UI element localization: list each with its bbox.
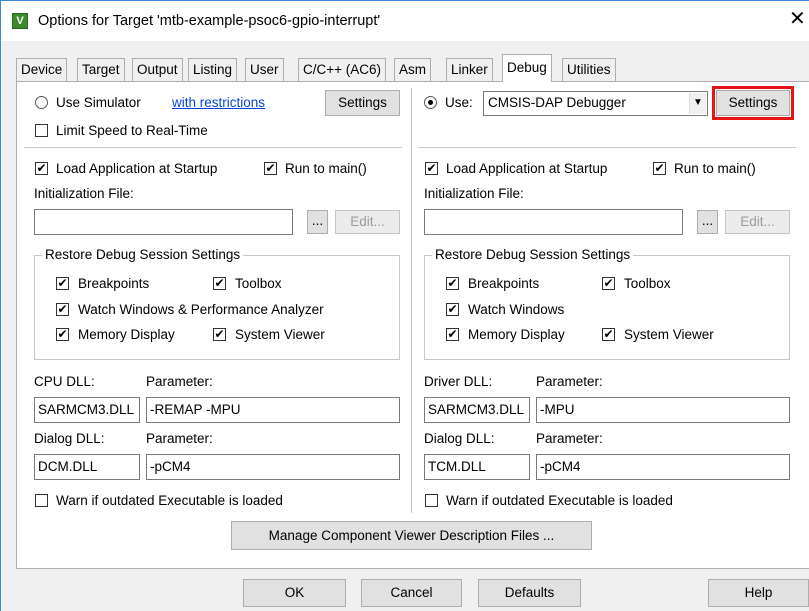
right-warn-checkbox[interactable] xyxy=(425,494,438,507)
right-system-viewer-checkbox[interactable]: ✔ xyxy=(602,328,615,341)
tab-linker[interactable]: Linker xyxy=(446,58,493,81)
manage-component-viewer-button[interactable]: Manage Component Viewer Description File… xyxy=(231,521,592,550)
tab-utilities[interactable]: Utilities xyxy=(562,58,616,81)
debugger-settings-button[interactable]: Settings xyxy=(716,90,790,116)
column-divider xyxy=(411,88,412,513)
left-dialog-parameter-label: Parameter: xyxy=(146,431,213,446)
left-memory-display-label: Memory Display xyxy=(78,327,175,342)
driver-dll-parameter-input[interactable]: -MPU xyxy=(536,397,790,423)
left-breakpoints-label: Breakpoints xyxy=(78,276,150,291)
left-system-viewer-checkbox[interactable]: ✔ xyxy=(213,328,226,341)
left-parameter-label: Parameter: xyxy=(146,374,213,389)
left-toolbox-label: Toolbox xyxy=(235,276,282,291)
tab-asm[interactable]: Asm xyxy=(394,58,431,81)
with-restrictions-link[interactable]: with restrictions xyxy=(172,95,265,110)
right-run-to-main-label: Run to main() xyxy=(674,161,756,176)
right-section-divider xyxy=(418,147,796,148)
right-memory-display-checkbox[interactable]: ✔ xyxy=(446,328,459,341)
right-dialog-parameter-label: Parameter: xyxy=(536,431,603,446)
cpu-dll-label: CPU DLL: xyxy=(34,374,95,389)
limit-speed-checkbox[interactable] xyxy=(35,124,48,137)
right-edit-button[interactable]: Edit... xyxy=(725,210,790,234)
help-button[interactable]: Help xyxy=(708,579,809,607)
right-dialog-dll-input[interactable]: TCM.DLL xyxy=(424,454,530,480)
left-section-divider xyxy=(24,147,402,148)
cpu-dll-input[interactable]: SARMCM3.DLL xyxy=(34,397,140,423)
right-breakpoints-checkbox[interactable]: ✔ xyxy=(446,277,459,290)
right-toolbox-checkbox[interactable]: ✔ xyxy=(602,277,615,290)
right-dialog-parameter-input[interactable]: -pCM4 xyxy=(536,454,790,480)
right-init-file-label: Initialization File: xyxy=(424,186,524,201)
tab-listing[interactable]: Listing xyxy=(188,58,238,81)
left-init-file-label: Initialization File: xyxy=(34,186,134,201)
left-load-app-checkbox[interactable]: ✔ xyxy=(35,162,48,175)
left-system-viewer-label: System Viewer xyxy=(235,327,325,342)
cancel-button[interactable]: Cancel xyxy=(361,579,462,607)
use-simulator-radio[interactable] xyxy=(35,96,48,109)
right-watch-windows-label: Watch Windows xyxy=(468,302,565,317)
left-run-to-main-checkbox[interactable]: ✔ xyxy=(264,162,277,175)
right-system-viewer-label: System Viewer xyxy=(624,327,714,342)
debugger-select[interactable]: CMSIS-DAP Debugger ▼ xyxy=(483,91,708,116)
left-dialog-dll-input[interactable]: DCM.DLL xyxy=(34,454,140,480)
right-warn-label: Warn if outdated Executable is loaded xyxy=(446,493,673,508)
left-toolbox-checkbox[interactable]: ✔ xyxy=(213,277,226,290)
left-browse-button[interactable]: ... xyxy=(307,210,328,234)
simulator-settings-button[interactable]: Settings xyxy=(325,90,400,116)
limit-speed-label: Limit Speed to Real-Time xyxy=(56,123,208,138)
debugger-select-value: CMSIS-DAP Debugger xyxy=(488,95,626,110)
ok-button[interactable]: OK xyxy=(243,579,346,607)
right-run-to-main-checkbox[interactable]: ✔ xyxy=(653,162,666,175)
left-memory-display-checkbox[interactable]: ✔ xyxy=(56,328,69,341)
right-watch-windows-checkbox[interactable]: ✔ xyxy=(446,303,459,316)
left-dialog-dll-label: Dialog DLL: xyxy=(34,431,105,446)
left-run-to-main-label: Run to main() xyxy=(285,161,367,176)
right-load-app-label: Load Application at Startup xyxy=(446,161,608,176)
right-restore-title: Restore Debug Session Settings xyxy=(432,247,634,262)
left-load-app-label: Load Application at Startup xyxy=(56,161,218,176)
right-parameter-label: Parameter: xyxy=(536,374,603,389)
close-icon[interactable]: ✕ xyxy=(789,9,806,29)
tab-c-cpp[interactable]: C/C++ (AC6) xyxy=(298,58,387,81)
cpu-dll-parameter-input[interactable]: -REMAP -MPU xyxy=(146,397,400,423)
right-toolbox-label: Toolbox xyxy=(624,276,671,291)
right-load-app-checkbox[interactable]: ✔ xyxy=(425,162,438,175)
left-watch-windows-label: Watch Windows & Performance Analyzer xyxy=(78,302,324,317)
left-init-file-input[interactable] xyxy=(34,209,293,235)
right-dialog-dll-label: Dialog DLL: xyxy=(424,431,495,446)
tab-target[interactable]: Target xyxy=(77,58,125,81)
left-dialog-parameter-input[interactable]: -pCM4 xyxy=(146,454,400,480)
tab-device[interactable]: Device xyxy=(16,58,68,81)
tab-user[interactable]: User xyxy=(245,58,284,81)
left-warn-label: Warn if outdated Executable is loaded xyxy=(56,493,283,508)
left-warn-checkbox[interactable] xyxy=(35,494,48,507)
right-browse-button[interactable]: ... xyxy=(697,210,718,234)
tab-output[interactable]: Output xyxy=(132,58,183,81)
left-breakpoints-checkbox[interactable]: ✔ xyxy=(56,277,69,290)
left-edit-button[interactable]: Edit... xyxy=(335,210,400,234)
right-memory-display-label: Memory Display xyxy=(468,327,565,342)
window-title: Options for Target 'mtb-example-psoc6-gp… xyxy=(38,13,381,29)
right-init-file-input[interactable] xyxy=(424,209,683,235)
right-breakpoints-label: Breakpoints xyxy=(468,276,540,291)
left-restore-title: Restore Debug Session Settings xyxy=(42,247,244,262)
use-debugger-radio[interactable] xyxy=(424,96,437,109)
driver-dll-input[interactable]: SARMCM3.DLL xyxy=(424,397,530,423)
keil-uvision-icon: V xyxy=(12,13,28,29)
tab-debug[interactable]: Debug xyxy=(502,54,552,82)
left-watch-windows-checkbox[interactable]: ✔ xyxy=(56,303,69,316)
defaults-button[interactable]: Defaults xyxy=(478,579,581,607)
driver-dll-label: Driver DLL: xyxy=(424,374,493,389)
chevron-down-icon[interactable]: ▼ xyxy=(689,93,706,114)
use-simulator-label: Use Simulator xyxy=(56,95,141,110)
use-label: Use: xyxy=(445,95,473,110)
